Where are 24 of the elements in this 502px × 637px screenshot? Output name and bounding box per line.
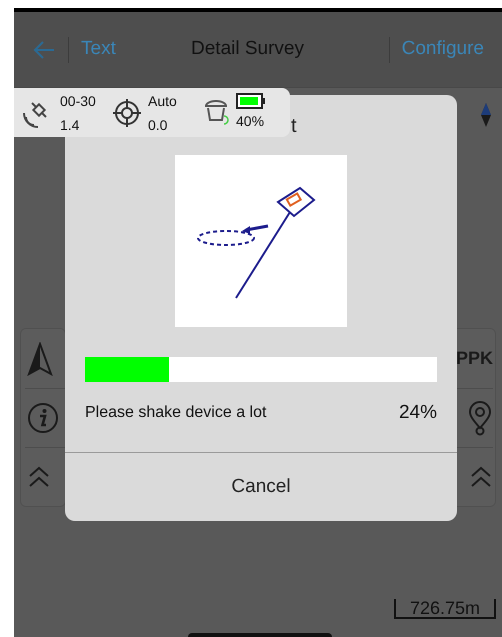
dialog-title: t bbox=[291, 114, 297, 139]
info-icon[interactable] bbox=[27, 402, 59, 434]
age-value: 0.0 bbox=[148, 116, 168, 134]
text-link[interactable]: Text bbox=[81, 35, 191, 64]
configure-link[interactable]: Configure bbox=[402, 35, 484, 64]
double-chevron-up-icon[interactable] bbox=[27, 465, 51, 489]
ppk-label[interactable]: PPK bbox=[456, 345, 493, 372]
back-arrow-icon[interactable] bbox=[32, 40, 56, 60]
pdop-value: 1.4 bbox=[60, 116, 80, 134]
mode-value: Auto bbox=[148, 92, 178, 110]
location-pin-icon[interactable] bbox=[467, 400, 493, 436]
compass-icon[interactable] bbox=[480, 102, 492, 128]
dialog-message: Please shake device a lot bbox=[85, 403, 266, 423]
battery-icon bbox=[236, 92, 266, 108]
crosshair-target-icon bbox=[112, 98, 142, 128]
scale-bar: 726.75m bbox=[394, 599, 496, 619]
screen-title: Detail Survey bbox=[191, 37, 305, 62]
double-chevron-up-icon[interactable] bbox=[469, 465, 493, 489]
cancel-button[interactable]: Cancel bbox=[65, 453, 457, 521]
satellite-count: 00-30 bbox=[60, 92, 97, 110]
battery-percent: 40% bbox=[236, 112, 264, 130]
gnss-receiver-icon bbox=[202, 98, 230, 128]
north-arrow-icon[interactable] bbox=[27, 342, 53, 376]
progress-percent: 24% bbox=[398, 400, 437, 425]
